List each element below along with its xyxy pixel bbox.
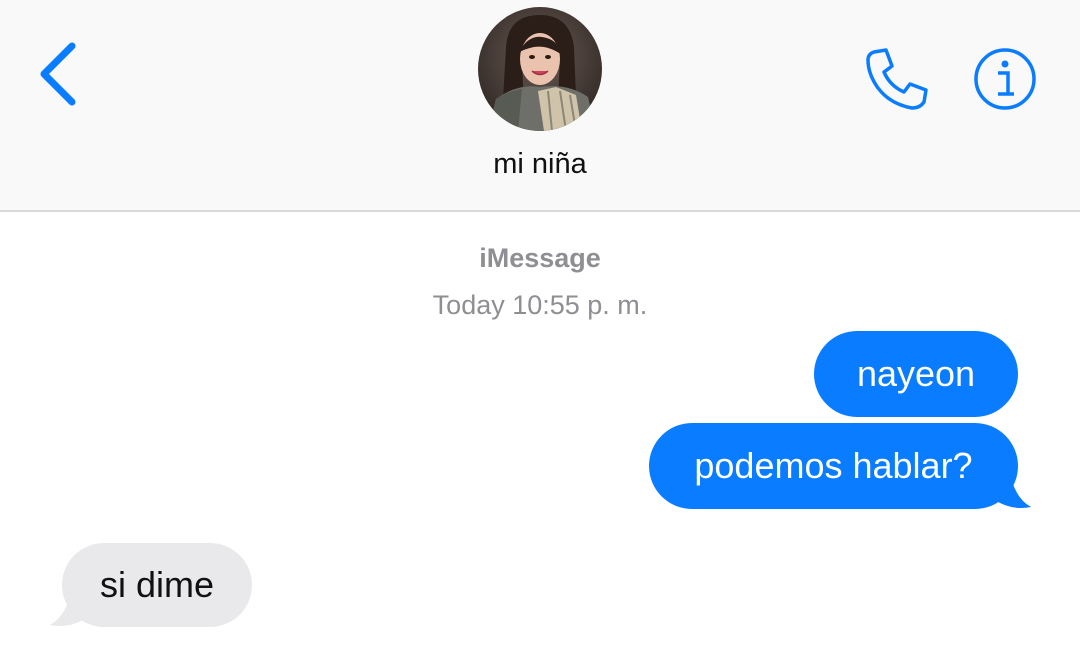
message-timestamp: Today 10:55 p. m.	[432, 290, 648, 320]
chevron-left-icon	[40, 42, 76, 106]
contact-name[interactable]: mi niña	[0, 148, 1080, 181]
service-label: iMessage	[479, 243, 601, 273]
message-text: si dime	[62, 543, 252, 627]
conversation-header: mi niña	[0, 0, 1080, 212]
contact-avatar[interactable]	[478, 7, 602, 131]
info-icon	[974, 48, 1036, 110]
message-text: podemos hablar?	[649, 423, 1018, 509]
message-bubble-received[interactable]: si dime	[50, 543, 252, 627]
info-button[interactable]	[972, 46, 1038, 112]
message-text: nayeon	[814, 331, 1018, 417]
message-bubble-sent[interactable]: nayeon	[814, 331, 1018, 417]
message-bubble-sent[interactable]: podemos hablar?	[649, 423, 1031, 509]
call-button[interactable]	[860, 42, 932, 114]
back-button[interactable]	[30, 38, 90, 110]
phone-icon	[866, 48, 928, 110]
